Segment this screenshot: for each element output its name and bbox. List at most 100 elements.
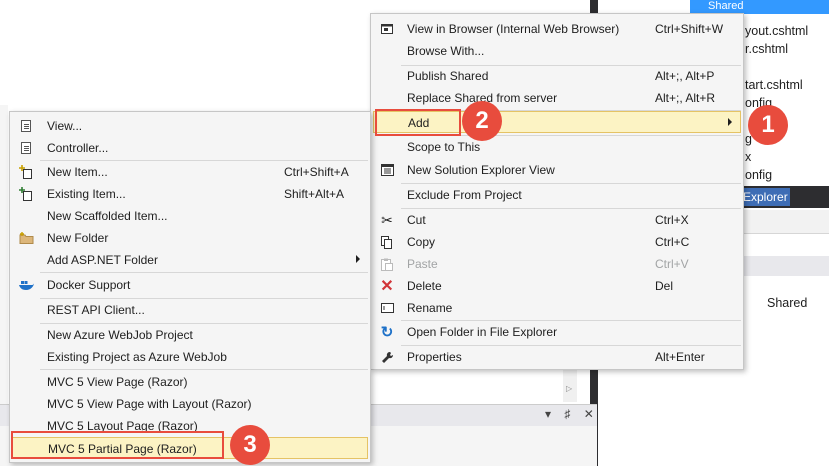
tree-file-item[interactable]: yout.cshtml (745, 24, 808, 38)
menu-item-mvc5-view-page[interactable]: MVC 5 View Page (Razor) (12, 371, 368, 393)
panel-window-controls[interactable]: ▾ ♯ ✕ (545, 407, 599, 421)
menu-item-label: Docker Support (47, 278, 131, 292)
tree-file-item[interactable]: tart.cshtml (745, 78, 803, 92)
menu-item-label: Exclude From Project (407, 188, 522, 202)
wrench-icon (379, 349, 395, 365)
property-value: Shared (767, 296, 808, 310)
menu-item-shortcut: Alt+;, Alt+P (655, 69, 715, 83)
tree-node-label: Shared (708, 0, 744, 12)
menu-item-label: View... (47, 119, 83, 133)
solution-view-icon (379, 162, 395, 178)
menu-item-copy[interactable]: Copy Ctrl+C (373, 231, 741, 253)
tab-solution-explorer[interactable]: Explorer (740, 188, 790, 206)
menu-item-mvc5-view-page-layout[interactable]: MVC 5 View Page with Layout (Razor) (12, 393, 368, 415)
submenu-arrow-icon (356, 255, 360, 263)
menu-item-open-folder[interactable]: ↻ Open Folder in File Explorer (373, 321, 741, 343)
browser-icon (379, 21, 395, 37)
menu-item-browse-with[interactable]: Browse With... (373, 40, 741, 62)
menu-item-publish-shared[interactable]: Publish Shared Alt+;, Alt+P (373, 65, 741, 87)
menu-item-label: Rename (407, 301, 453, 315)
tree-file-item[interactable]: r.cshtml (745, 42, 788, 56)
menu-item-paste[interactable]: Paste Ctrl+V (373, 253, 741, 275)
view-icon (18, 118, 34, 134)
menu-item-label: Scope to This (407, 140, 481, 154)
menu-item-label: Properties (407, 350, 462, 364)
menu-item-new-folder[interactable]: New Folder (12, 227, 368, 249)
menu-item-add-aspnet-folder[interactable]: Add ASP.NET Folder (12, 249, 368, 271)
menu-item-docker-support[interactable]: Docker Support (12, 274, 368, 296)
menu-item-label: Copy (407, 235, 436, 249)
menu-item-label: Cut (407, 213, 426, 227)
menu-item-label: Add ASP.NET Folder (47, 253, 158, 267)
menu-item-shortcut: Ctrl+X (655, 213, 689, 227)
menu-item-label: MVC 5 View Page (Razor) (47, 375, 188, 389)
tree-file-item[interactable]: onfig (745, 168, 772, 182)
menu-item-existing-project-webjob[interactable]: Existing Project as Azure WebJob (12, 346, 368, 368)
menu-item-label: Existing Item... (47, 187, 126, 201)
menu-item-controller[interactable]: Controller... (12, 137, 368, 159)
paste-icon (379, 256, 395, 272)
step-badge-1: 1 (748, 105, 788, 145)
menu-item-view-in-browser[interactable]: View in Browser (Internal Web Browser) C… (373, 18, 741, 40)
menu-item-replace-shared[interactable]: Replace Shared from server Alt+;, Alt+R (373, 87, 741, 109)
menu-item-label: Existing Project as Azure WebJob (47, 350, 227, 364)
callout-box-partial-page (11, 431, 224, 459)
menu-item-label: MVC 5 View Page with Layout (Razor) (47, 397, 252, 411)
open-folder-icon: ↻ (380, 324, 394, 341)
menu-item-view[interactable]: View... (12, 115, 368, 137)
menu-separator (40, 369, 368, 370)
menu-item-rename[interactable]: Rename (373, 297, 741, 319)
menu-item-shortcut: Ctrl+V (655, 257, 689, 271)
submenu-arrow-icon (728, 118, 732, 126)
menu-item-existing-item[interactable]: Existing Item... Shift+Alt+A (12, 183, 368, 205)
menu-item-properties[interactable]: Properties Alt+Enter (373, 346, 741, 368)
step-badge-2: 2 (462, 101, 502, 141)
new-folder-icon (18, 230, 34, 246)
step-badge-3: 3 (230, 425, 270, 465)
menu-separator (40, 272, 368, 273)
menu-item-exclude-from-project[interactable]: Exclude From Project (373, 184, 741, 206)
menu-item-label: New Azure WebJob Project (47, 328, 193, 342)
menu-item-label: Browse With... (407, 44, 485, 58)
menu-item-new-azure-webjob[interactable]: New Azure WebJob Project (12, 324, 368, 346)
menu-item-cut[interactable]: ✂ Cut Ctrl+X (373, 209, 741, 231)
delete-icon: ✕ (380, 278, 394, 295)
menu-item-rest-api-client[interactable]: REST API Client... (12, 299, 368, 321)
new-item-icon (18, 164, 34, 180)
menu-item-shortcut: Ctrl+C (655, 235, 690, 249)
menu-item-label: Open Folder in File Explorer (407, 325, 558, 339)
menu-item-new-scaffolded-item[interactable]: New Scaffolded Item... (12, 205, 368, 227)
tree-file-item[interactable]: x (745, 150, 751, 164)
solution-explorer-selected-node[interactable]: Shared (690, 0, 829, 14)
existing-item-icon (18, 186, 34, 202)
menu-item-label: Delete (407, 279, 442, 293)
copy-icon (379, 234, 395, 250)
menu-item-label: New Scaffolded Item... (47, 209, 168, 223)
menu-item-label: New Solution Explorer View (407, 163, 555, 177)
docker-icon (18, 277, 34, 293)
menu-item-new-item[interactable]: New Item... Ctrl+Shift+A (12, 161, 368, 183)
editor-edge (0, 105, 8, 405)
menu-item-scope-to-this[interactable]: Scope to This (373, 136, 741, 158)
menu-item-label: Paste (407, 257, 438, 271)
menu-item-shortcut: Alt+Enter (655, 350, 705, 364)
menu-item-shortcut: Ctrl+Shift+W (655, 22, 724, 36)
menu-item-new-solution-explorer-view[interactable]: New Solution Explorer View (373, 159, 741, 181)
menu-item-shortcut: Alt+;, Alt+R (655, 91, 716, 105)
scissors-icon: ✂ (381, 211, 393, 228)
scroll-right-icon[interactable]: ▷ (566, 384, 572, 393)
callout-box-add (375, 109, 461, 136)
menu-item-shortcut: Shift+Alt+A (284, 187, 345, 201)
menu-item-shortcut: Ctrl+Shift+A (284, 165, 349, 179)
menu-item-shortcut: Del (655, 279, 674, 293)
solution-context-menu: View in Browser (Internal Web Browser) C… (370, 13, 744, 370)
add-submenu: View... Controller... New Item... Ctrl+S… (9, 111, 371, 463)
menu-item-label: REST API Client... (47, 303, 145, 317)
menu-item-label: New Folder (47, 231, 109, 245)
menu-item-label: View in Browser (Internal Web Browser) (407, 22, 620, 36)
menu-item-label: Publish Shared (407, 69, 489, 83)
menu-item-label: Controller... (47, 141, 109, 155)
menu-item-label: New Item... (47, 165, 108, 179)
menu-item-delete[interactable]: ✕ Delete Del (373, 275, 741, 297)
rename-icon (379, 300, 395, 316)
